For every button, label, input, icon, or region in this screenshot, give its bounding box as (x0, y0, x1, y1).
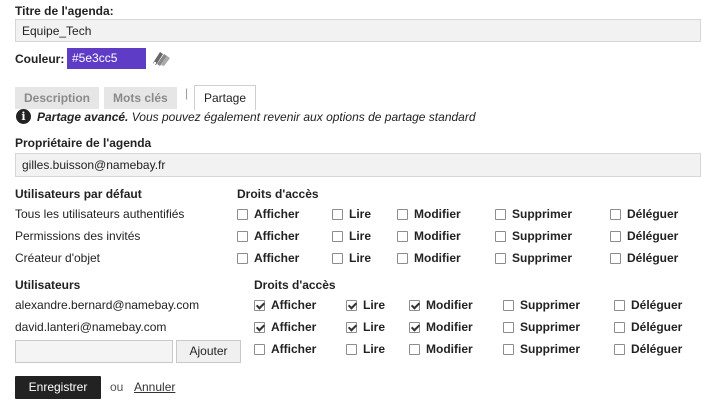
permission-label-supprimer: Supprimer (512, 251, 573, 265)
palette-icon[interactable] (151, 49, 171, 67)
checkbox-deleguer[interactable] (614, 322, 625, 333)
checkbox-deleguer[interactable] (610, 253, 621, 264)
permission-label-afficher: Afficher (254, 251, 300, 265)
checkbox-lire[interactable] (346, 344, 357, 355)
permission-label-modifier: Modifier (426, 342, 473, 356)
checkbox-supprimer[interactable] (495, 253, 506, 264)
checkbox-afficher[interactable] (237, 209, 248, 220)
checkbox-supprimer[interactable] (495, 209, 506, 220)
checkbox-deleguer[interactable] (614, 300, 625, 311)
default-users-header: Utilisateurs par défaut (15, 187, 142, 201)
permission-label-afficher: Afficher (271, 342, 317, 356)
notice-text: Vous pouvez également revenir aux option… (128, 110, 476, 124)
cancel-link[interactable]: Annuler (134, 380, 175, 394)
checkbox-deleguer[interactable] (614, 344, 625, 355)
permission-label-modifier: Modifier (426, 298, 473, 312)
new-user-input[interactable] (15, 340, 173, 363)
users-header: Utilisateurs (15, 278, 81, 292)
checkbox-lire[interactable] (332, 209, 343, 220)
default-user-name: Permissions des invités (15, 229, 141, 243)
permission-label-deleguer: Déléguer (627, 229, 679, 243)
checkbox-lire[interactable] (346, 322, 357, 333)
checkbox-afficher[interactable] (254, 300, 265, 311)
tab-sharing[interactable]: Partage (194, 85, 257, 110)
checkbox-lire[interactable] (332, 253, 343, 264)
checkbox-afficher[interactable] (254, 344, 265, 355)
color-label: Couleur: (15, 52, 65, 66)
permission-label-lire: Lire (349, 251, 372, 265)
checkbox-modifier[interactable] (409, 300, 420, 311)
owner-label: Propriétaire de l'agenda (15, 136, 152, 150)
add-user-button[interactable]: Ajouter (176, 340, 241, 363)
checkbox-modifier[interactable] (397, 253, 408, 264)
info-icon: i (16, 109, 31, 124)
title-input[interactable]: Equipe_Tech (15, 19, 701, 42)
permission-label-lire: Lire (363, 298, 386, 312)
permission-label-afficher: Afficher (271, 320, 317, 334)
checkbox-lire[interactable] (346, 300, 357, 311)
user-rights-header: Droits d'accès (254, 278, 336, 292)
notice-bold: Partage avancé. (37, 110, 129, 124)
checkbox-supprimer[interactable] (503, 300, 514, 311)
user-email: alexandre.bernard@namebay.com (15, 298, 200, 312)
permission-label-lire: Lire (363, 320, 386, 334)
checkbox-supprimer[interactable] (503, 322, 514, 333)
permission-label-modifier: Modifier (426, 320, 473, 334)
sharing-notice: Partage avancé. Vous pouvez également re… (37, 110, 476, 124)
checkbox-deleguer[interactable] (610, 209, 621, 220)
permission-label-afficher: Afficher (271, 298, 317, 312)
tab-keywords[interactable]: Mots clés (104, 87, 177, 109)
checkbox-afficher[interactable] (237, 253, 248, 264)
permission-label-modifier: Modifier (414, 207, 461, 221)
permission-label-deleguer: Déléguer (631, 320, 683, 334)
checkbox-afficher[interactable] (254, 322, 265, 333)
or-text: ou (110, 380, 124, 394)
title-label: Titre de l'agenda: (15, 4, 114, 18)
permission-label-modifier: Modifier (414, 251, 461, 265)
permission-label-modifier: Modifier (414, 229, 461, 243)
default-user-name: Créateur d'objet (15, 251, 101, 265)
checkbox-modifier[interactable] (409, 344, 420, 355)
checkbox-lire[interactable] (332, 231, 343, 242)
permission-label-deleguer: Déléguer (631, 342, 683, 356)
checkbox-afficher[interactable] (237, 231, 248, 242)
permission-label-lire: Lire (349, 207, 372, 221)
permission-label-supprimer: Supprimer (520, 320, 581, 334)
permission-label-lire: Lire (349, 229, 372, 243)
checkbox-supprimer[interactable] (495, 231, 506, 242)
owner-field: gilles.buisson@namebay.fr (15, 153, 701, 177)
permission-label-supprimer: Supprimer (512, 207, 573, 221)
permission-label-deleguer: Déléguer (627, 207, 679, 221)
tab-separator: | (185, 86, 189, 100)
color-input[interactable]: #5e3cc5 (67, 48, 146, 69)
permission-label-lire: Lire (363, 342, 386, 356)
checkbox-supprimer[interactable] (503, 344, 514, 355)
checkbox-modifier[interactable] (409, 322, 420, 333)
save-button[interactable]: Enregistrer (15, 376, 101, 399)
permission-label-afficher: Afficher (254, 207, 300, 221)
checkbox-deleguer[interactable] (610, 231, 621, 242)
checkbox-modifier[interactable] (397, 209, 408, 220)
permission-label-supprimer: Supprimer (512, 229, 573, 243)
rights-header: Droits d'accès (237, 187, 319, 201)
permission-label-deleguer: Déléguer (631, 298, 683, 312)
permission-label-supprimer: Supprimer (520, 298, 581, 312)
tab-description[interactable]: Description (15, 87, 100, 109)
permission-label-deleguer: Déléguer (627, 251, 679, 265)
checkbox-modifier[interactable] (397, 231, 408, 242)
user-email: david.lanteri@namebay.com (15, 320, 167, 334)
permission-label-supprimer: Supprimer (520, 342, 581, 356)
default-user-name: Tous les utilisateurs authentifiés (15, 207, 185, 221)
permission-label-afficher: Afficher (254, 229, 300, 243)
